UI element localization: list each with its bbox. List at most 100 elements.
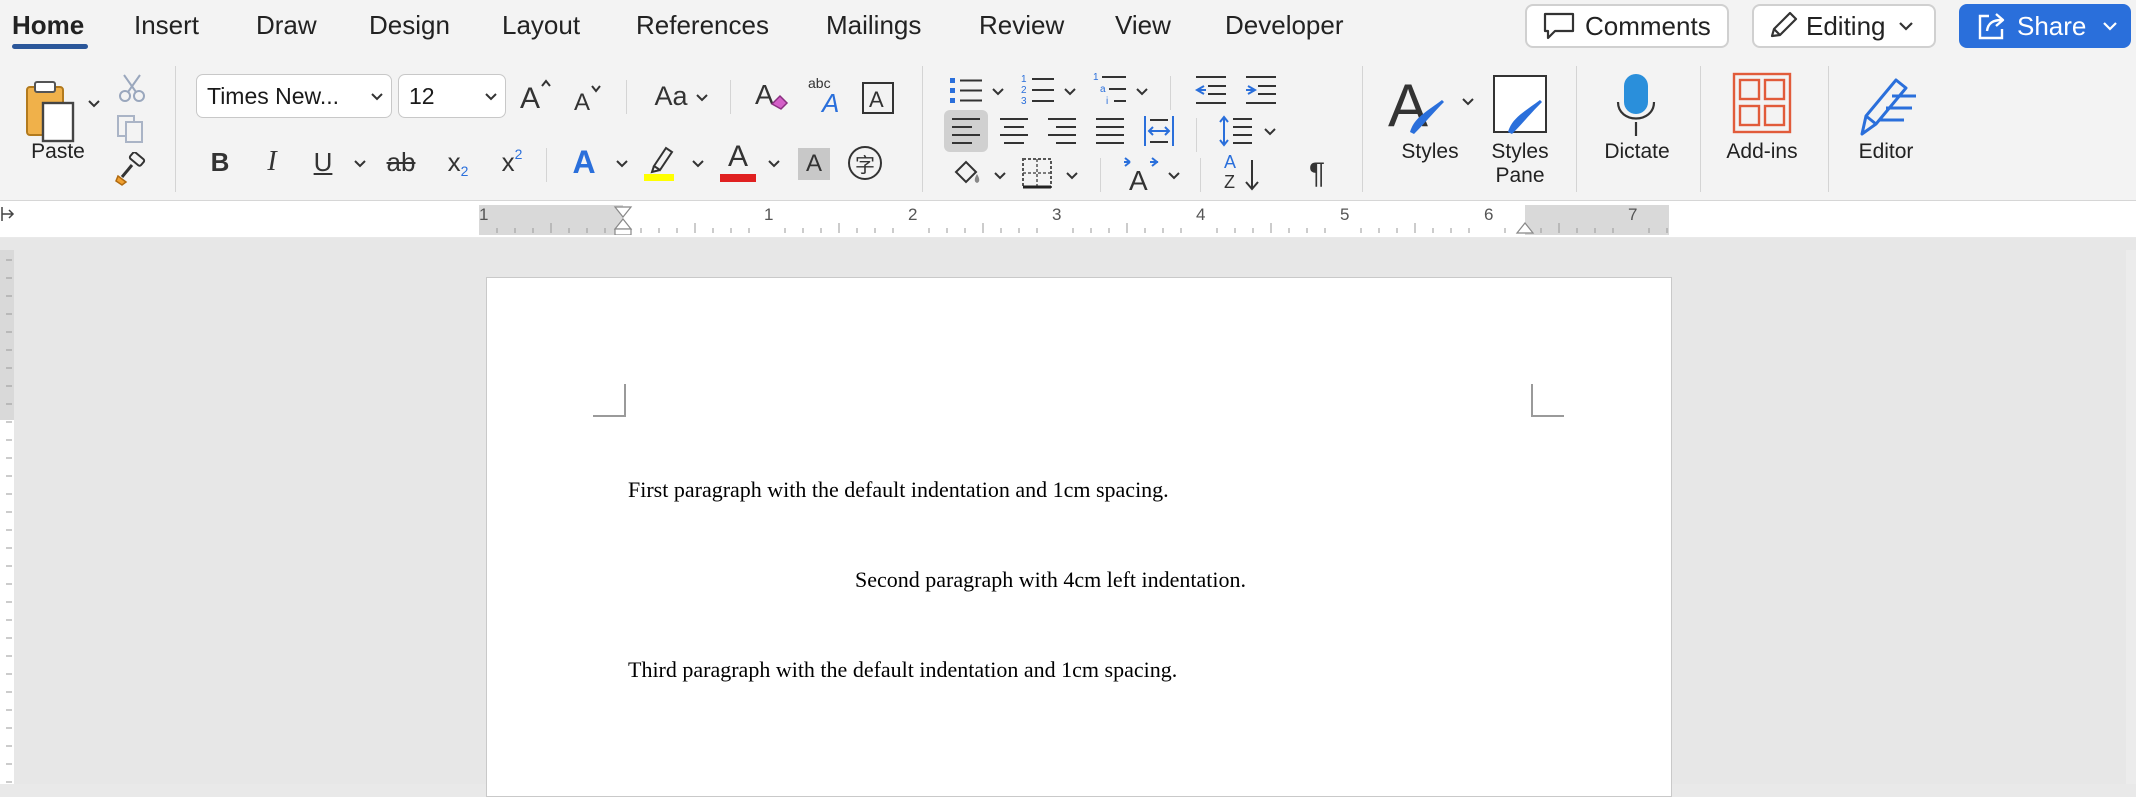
- paste-options-chevron-icon[interactable]: [86, 96, 102, 112]
- text-effects-button[interactable]: A: [566, 144, 602, 180]
- chevron-down-icon: [485, 93, 497, 101]
- bullets-icon[interactable]: [948, 74, 984, 106]
- editing-mode-button[interactable]: Editing: [1752, 4, 1936, 48]
- chevron-down-icon[interactable]: [352, 156, 368, 172]
- justify-icon[interactable]: [1094, 116, 1126, 146]
- tab-draw[interactable]: Draw: [256, 10, 317, 41]
- line-spacing-icon[interactable]: [1218, 114, 1254, 148]
- styles-pane-label: Styles Pane: [1484, 140, 1556, 188]
- superscript-button[interactable]: x2: [494, 144, 530, 180]
- font-size-dropdown[interactable]: 12: [398, 74, 506, 118]
- chevron-down-icon[interactable]: [1134, 84, 1150, 100]
- increase-font-size-icon[interactable]: A: [518, 78, 552, 112]
- svg-text:1: 1: [1093, 72, 1099, 83]
- chevron-down-icon: [2103, 22, 2118, 31]
- superscript-letter: x: [501, 146, 515, 177]
- ruler-tab-selector-icon[interactable]: [0, 205, 16, 223]
- bold-button[interactable]: B: [206, 144, 234, 180]
- decrease-indent-icon[interactable]: [1194, 74, 1228, 106]
- cut-icon[interactable]: [116, 72, 148, 104]
- styles-pane-label-line2: Pane: [1495, 164, 1545, 187]
- dictate-button[interactable]: [1614, 72, 1658, 138]
- font-color-button[interactable]: A: [720, 140, 756, 174]
- comments-button[interactable]: Comments: [1525, 4, 1729, 48]
- spelling-abc-icon[interactable]: abc A: [806, 74, 846, 114]
- font-size-value: 12: [409, 82, 435, 109]
- editor-button[interactable]: [1852, 72, 1918, 138]
- styles-gallery-icon[interactable]: A: [1386, 72, 1446, 138]
- share-label: Share: [2017, 10, 2087, 41]
- paragraph[interactable]: Second paragraph with 4cm left indentati…: [855, 567, 1246, 593]
- left-indent-marker[interactable]: [614, 228, 632, 235]
- chevron-down-icon[interactable]: [614, 156, 630, 172]
- align-center-icon[interactable]: [998, 116, 1030, 146]
- multilevel-list-icon[interactable]: 1 a i: [1092, 70, 1128, 108]
- chevron-down-icon: [1898, 22, 1913, 31]
- shading-bucket-icon[interactable]: [950, 156, 984, 190]
- group-separator: [626, 80, 627, 114]
- svg-text:A: A: [574, 89, 590, 116]
- chevron-down-icon[interactable]: [690, 156, 706, 172]
- ruler-number: 2: [908, 205, 917, 224]
- character-border-icon[interactable]: A: [862, 82, 894, 114]
- underline-button[interactable]: U: [308, 144, 338, 180]
- horizontal-ruler[interactable]: 1 1 2 3 4 5 6 7: [479, 205, 1669, 235]
- decrease-font-size-icon[interactable]: A: [572, 82, 606, 116]
- borders-icon[interactable]: [1020, 156, 1054, 190]
- distributed-icon[interactable]: [1142, 114, 1176, 148]
- italic-button[interactable]: I: [258, 144, 286, 180]
- paragraph[interactable]: First paragraph with the default indenta…: [628, 477, 1169, 503]
- format-painter-icon[interactable]: [114, 152, 148, 186]
- share-button[interactable]: Share: [1959, 4, 2131, 48]
- strikethrough-button[interactable]: ab: [382, 144, 420, 180]
- chevron-down-icon[interactable]: [992, 168, 1008, 184]
- chevron-down-icon[interactable]: [990, 84, 1006, 100]
- tab-view[interactable]: View: [1115, 10, 1171, 41]
- tab-insert[interactable]: Insert: [134, 10, 199, 41]
- group-separator: [1200, 158, 1201, 192]
- add-ins-button[interactable]: [1732, 72, 1792, 134]
- align-left-button[interactable]: [944, 110, 988, 152]
- copy-icon[interactable]: [114, 112, 148, 146]
- paragraph[interactable]: Third paragraph with the default indenta…: [628, 657, 1177, 683]
- align-right-icon[interactable]: [1046, 116, 1078, 146]
- tab-home[interactable]: Home: [12, 10, 84, 41]
- change-case-button[interactable]: Aa: [650, 78, 692, 114]
- chevron-down-icon[interactable]: [1262, 124, 1278, 140]
- chevron-down-icon[interactable]: [1166, 168, 1182, 184]
- group-separator: [546, 148, 547, 182]
- vertical-scrollbar[interactable]: [2126, 250, 2136, 784]
- sort-button[interactable]: A Z: [1222, 152, 1262, 194]
- document-page[interactable]: First paragraph with the default indenta…: [486, 277, 1672, 797]
- vertical-ruler[interactable]: [0, 250, 20, 784]
- numbering-icon[interactable]: 1 2 3: [1020, 72, 1056, 106]
- chevron-down-icon[interactable]: [766, 156, 782, 172]
- ruler-number: 7: [1628, 205, 1637, 224]
- group-separator: [922, 66, 923, 192]
- show-formatting-marks-button[interactable]: ¶: [1302, 156, 1332, 192]
- comment-icon: [1543, 12, 1575, 40]
- styles-pane-button[interactable]: [1490, 72, 1550, 138]
- tab-review[interactable]: Review: [979, 10, 1064, 41]
- tab-layout[interactable]: Layout: [502, 10, 580, 41]
- styles-pane-label-line1: Styles: [1491, 140, 1549, 163]
- increase-indent-icon[interactable]: [1244, 74, 1278, 106]
- chevron-down-icon[interactable]: [1460, 94, 1476, 110]
- chevron-down-icon[interactable]: [1064, 168, 1080, 184]
- clear-formatting-icon[interactable]: A: [754, 78, 790, 114]
- font-name-dropdown[interactable]: Times New...: [196, 74, 392, 118]
- text-direction-icon[interactable]: A: [1122, 154, 1162, 192]
- subscript-button[interactable]: x2: [440, 144, 476, 180]
- tab-references[interactable]: References: [636, 10, 769, 41]
- tab-developer[interactable]: Developer: [1225, 10, 1344, 41]
- character-shading-button[interactable]: A: [798, 148, 830, 180]
- tab-mailings[interactable]: Mailings: [826, 10, 921, 41]
- chevron-down-icon[interactable]: [694, 90, 710, 106]
- highlighter-icon[interactable]: [642, 142, 680, 182]
- phonetic-guide-button[interactable]: 字: [848, 146, 882, 180]
- chevron-down-icon: [371, 93, 383, 101]
- chevron-down-icon[interactable]: [1062, 84, 1078, 100]
- tab-design[interactable]: Design: [369, 10, 450, 41]
- paste-label: Paste: [31, 140, 85, 163]
- clipboard-icon: [26, 81, 75, 143]
